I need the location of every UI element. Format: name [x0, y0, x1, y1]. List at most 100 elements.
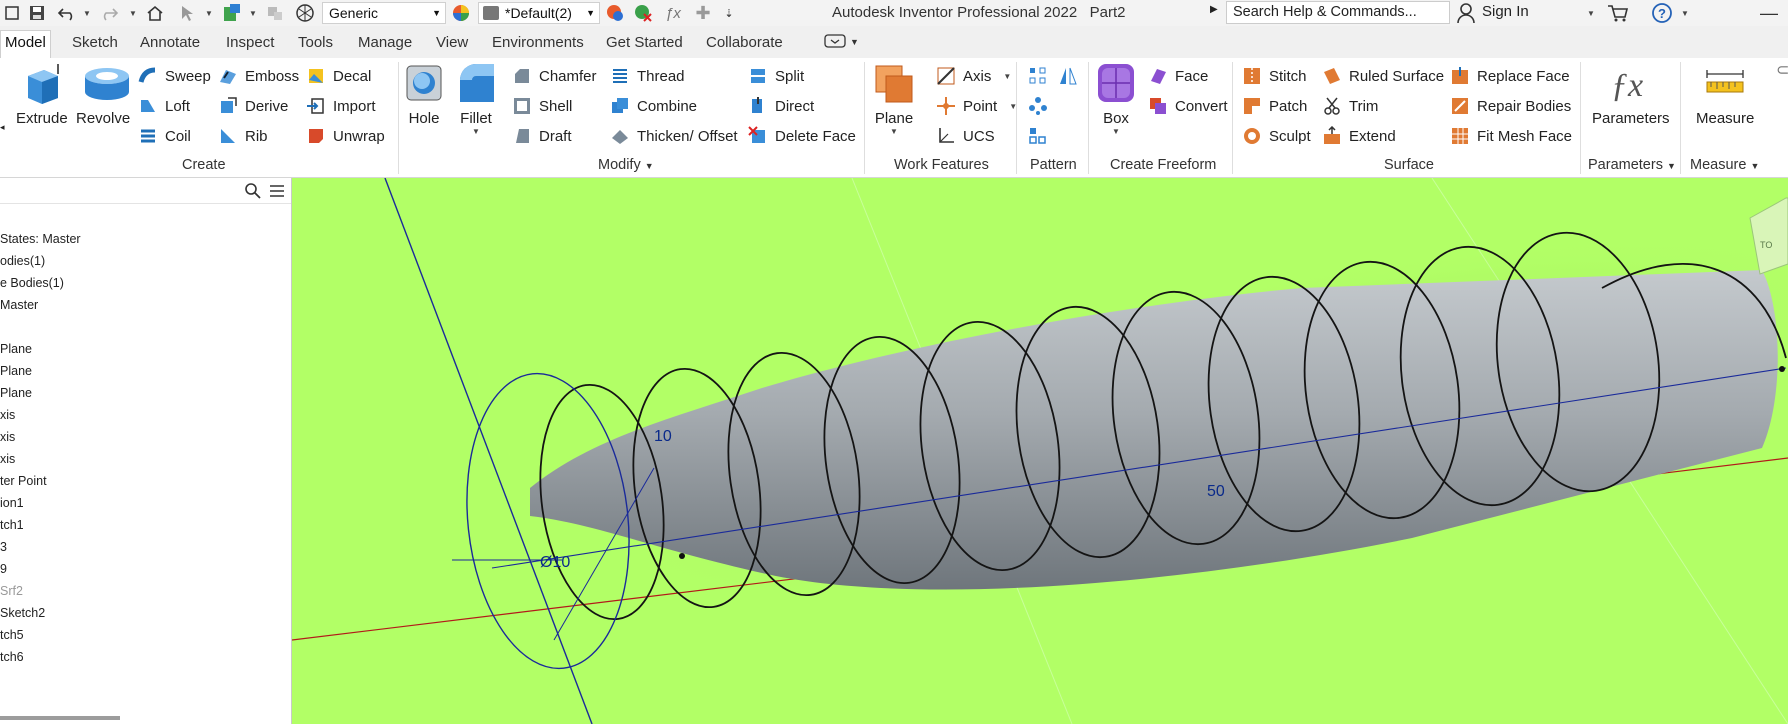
tab-model[interactable]: Model: [0, 30, 51, 58]
help-dropdown-icon[interactable]: ▼: [1680, 2, 1690, 24]
patch-button[interactable]: Patch: [1242, 96, 1307, 116]
ribbon-options-icon[interactable]: ▼: [824, 32, 862, 54]
hamburger-menu-icon[interactable]: [268, 182, 286, 203]
clear-appearance-icon[interactable]: [632, 2, 654, 24]
split-button[interactable]: Split: [748, 66, 804, 86]
draft-button[interactable]: Draft: [512, 126, 572, 146]
browser-tree-item[interactable]: tch5: [0, 628, 24, 642]
box-dropdown-icon[interactable]: ▼: [1112, 127, 1120, 136]
tab-get-started[interactable]: Get Started: [606, 34, 683, 51]
sweep-button[interactable]: Sweep: [138, 66, 211, 86]
decal-button[interactable]: Decal: [306, 66, 371, 86]
length-dimension-label[interactable]: 50: [1207, 483, 1225, 500]
ruled-surface-button[interactable]: Ruled Surface: [1322, 66, 1444, 86]
tab-environments[interactable]: Environments: [492, 34, 584, 51]
cart-icon[interactable]: [1606, 2, 1630, 24]
trim-button[interactable]: Trim: [1322, 96, 1378, 116]
browser-scrollbar[interactable]: [0, 716, 120, 720]
local-update-icon[interactable]: [264, 2, 286, 24]
browser-tree-item[interactable]: Plane: [0, 364, 32, 378]
tab-inspect[interactable]: Inspect: [226, 34, 274, 51]
axis-button[interactable]: Axis ▼: [936, 66, 1011, 86]
visual-style-icon[interactable]: [294, 2, 316, 24]
replace-face-button[interactable]: Replace Face: [1450, 66, 1570, 86]
create-freeform-panel-label[interactable]: Create Freeform: [1110, 157, 1216, 173]
tab-view[interactable]: View: [436, 34, 468, 51]
combine-button[interactable]: Combine: [610, 96, 697, 116]
ribbon-overflow-icon[interactable]: ⊂: [1776, 60, 1788, 80]
diameter-dimension-label[interactable]: Ø10: [540, 554, 570, 571]
user-icon[interactable]: [1456, 2, 1476, 24]
modify-panel-label[interactable]: Modify ▼: [598, 157, 654, 173]
search-icon[interactable]: [244, 182, 262, 203]
add-icon[interactable]: ✚: [692, 2, 714, 24]
measure-panel-label[interactable]: Measure ▼: [1690, 157, 1759, 173]
browser-tree-item[interactable]: xis: [0, 408, 15, 422]
browser-tree-item[interactable]: Plane: [0, 342, 32, 356]
thicken-offset-button[interactable]: Thicken/ Offset: [610, 126, 738, 146]
browser-tree-item[interactable]: odies(1): [0, 254, 45, 268]
ribbon-left-arrow-icon[interactable]: ◂: [0, 122, 5, 133]
mirror-button[interactable]: [1058, 66, 1085, 86]
browser-tree-item[interactable]: 3: [0, 540, 7, 554]
plane-dropdown-icon[interactable]: ▼: [890, 127, 898, 136]
tab-sketch[interactable]: Sketch: [72, 34, 118, 51]
browser-tree-item[interactable]: e Bodies(1): [0, 276, 64, 290]
hole-button[interactable]: Hole: [404, 62, 444, 127]
browser-tree-item[interactable]: States: Master: [0, 232, 81, 246]
pattern-panel-label[interactable]: Pattern: [1030, 157, 1077, 173]
browser-tree-item[interactable]: 9: [0, 562, 7, 576]
stitch-button[interactable]: Stitch: [1242, 66, 1307, 86]
rectangular-pattern-button[interactable]: [1028, 66, 1055, 86]
coil-button[interactable]: Coil: [138, 126, 191, 146]
extend-button[interactable]: Extend: [1322, 125, 1396, 146]
ucs-button[interactable]: UCS: [936, 126, 995, 146]
direct-button[interactable]: Direct: [748, 96, 814, 116]
plane-button[interactable]: Plane ▼: [874, 62, 914, 136]
browser-tree-item[interactable]: tch6: [0, 650, 24, 664]
sign-in-link[interactable]: Sign In: [1482, 3, 1529, 20]
appearance-color-icon[interactable]: [450, 2, 472, 24]
customize-dropdown-icon[interactable]: ⇣: [720, 2, 738, 24]
surface-panel-label[interactable]: Surface: [1384, 157, 1434, 173]
pitch-dimension-label[interactable]: 10: [654, 428, 672, 445]
chevron-right-icon[interactable]: ▶: [1210, 4, 1218, 15]
update-dropdown-icon[interactable]: ▼: [248, 2, 258, 24]
sketch-pattern-button[interactable]: [1028, 126, 1055, 146]
thread-button[interactable]: Thread: [610, 66, 685, 86]
repair-bodies-button[interactable]: Repair Bodies: [1450, 96, 1571, 116]
fit-mesh-face-button[interactable]: Fit Mesh Face: [1450, 126, 1572, 146]
convert-button[interactable]: Convert: [1148, 96, 1228, 116]
emboss-button[interactable]: Emboss: [218, 66, 299, 86]
derive-button[interactable]: Derive: [218, 96, 288, 116]
fillet-button[interactable]: Fillet ▼: [456, 62, 496, 136]
browser-tree-item[interactable]: ion1: [0, 496, 24, 510]
measure-button[interactable]: Measure: [1696, 62, 1754, 127]
fx-icon[interactable]: ƒx: [662, 2, 684, 24]
undo-icon[interactable]: [56, 2, 78, 24]
axis-dropdown-icon[interactable]: ▼: [1003, 72, 1011, 81]
menu-icon[interactable]: [2, 2, 22, 24]
graphics-viewport[interactable]: 10 Ø10 50 TO: [292, 178, 1788, 724]
circular-pattern-button[interactable]: [1028, 96, 1055, 116]
browser-tree-item[interactable]: Plane: [0, 386, 32, 400]
tab-manage[interactable]: Manage: [358, 34, 412, 51]
delete-face-button[interactable]: Delete Face: [748, 126, 856, 146]
revolve-button[interactable]: Revolve: [76, 62, 130, 127]
home-icon[interactable]: [144, 2, 166, 24]
browser-tree-item[interactable]: Srf2: [0, 584, 23, 598]
browser-tree-item[interactable]: tch1: [0, 518, 24, 532]
redo-dropdown-icon[interactable]: ▼: [128, 2, 138, 24]
tab-collaborate[interactable]: Collaborate: [706, 34, 783, 51]
update-icon[interactable]: [220, 2, 244, 24]
box-button[interactable]: Box ▼: [1096, 62, 1136, 136]
browser-tree-item[interactable]: ter Point: [0, 474, 47, 488]
chamfer-button[interactable]: Chamfer: [512, 66, 597, 86]
browser-tree-item[interactable]: Sketch2: [0, 606, 45, 620]
tab-annotate[interactable]: Annotate: [140, 34, 200, 51]
sculpt-button[interactable]: Sculpt: [1242, 126, 1311, 146]
redo-icon[interactable]: [98, 2, 120, 24]
import-button[interactable]: Import: [306, 96, 376, 116]
minimize-icon[interactable]: —: [1758, 2, 1780, 24]
freeform-face-button[interactable]: Face: [1148, 66, 1208, 86]
